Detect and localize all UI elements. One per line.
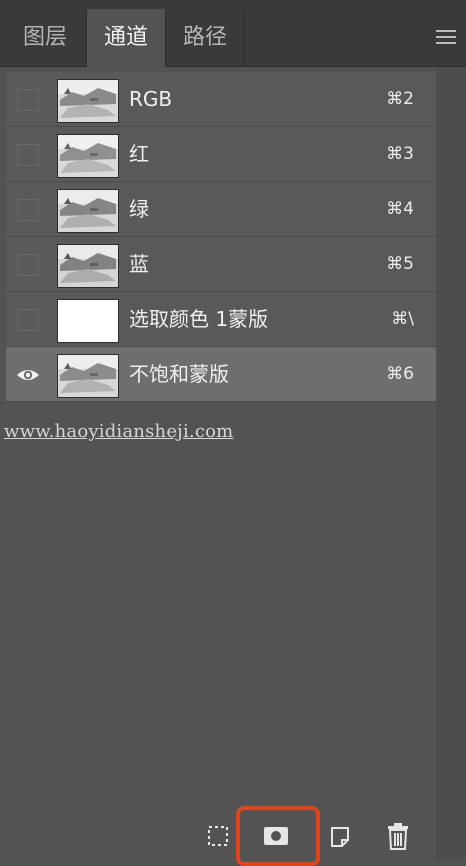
channel-name: 绿 [129,197,149,221]
delete-channel-icon[interactable] [380,818,416,854]
channel-shortcut: ⌘2 [386,89,414,109]
tab-paths[interactable]: 路径 [166,9,244,67]
channel-thumbnail [57,134,119,178]
channel-row-red[interactable]: 红 ⌘3 [6,127,436,182]
channel-name: 选取颜色 1蒙版 [129,307,269,331]
channel-thumbnail [57,79,119,123]
channel-name: 不饱和蒙版 [129,362,229,386]
visibility-toggle[interactable] [17,144,39,166]
channel-name: 红 [129,142,149,166]
channel-thumbnail [57,299,119,343]
channel-shortcut: ⌘\ [391,309,414,329]
visibility-toggle[interactable] [17,199,39,221]
channel-toolbar [0,808,466,860]
visibility-toggle[interactable] [17,89,39,111]
visibility-toggle[interactable] [17,309,39,331]
visibility-toggle[interactable] [17,254,39,276]
tab-channels[interactable]: 通道 [86,9,166,67]
channel-thumbnail [57,354,119,398]
load-selection-icon[interactable] [200,818,236,854]
new-channel-icon[interactable] [322,818,358,854]
channel-row-rgb[interactable]: RGB ⌘2 [6,72,436,127]
channel-thumbnail [57,244,119,288]
channel-row-blue[interactable]: 蓝 ⌘5 [6,237,436,292]
channel-shortcut: ⌘4 [386,199,414,219]
tab-layers[interactable]: 图层 [6,9,84,67]
channel-row-selective-color-mask[interactable]: 选取颜色 1蒙版 ⌘\ [6,292,436,347]
channel-list: RGB ⌘2 红 ⌘3 绿 ⌘4 蓝 ⌘5 选取颜色 1蒙版 ⌘\ 不饱和蒙版 … [6,72,436,402]
channel-name: RGB [129,87,173,111]
panel-scroll-gutter [436,67,466,860]
watermark-url: www.haoyidiansheji.com [4,421,234,442]
channel-name: 蓝 [129,252,149,276]
tab-divider [244,9,245,67]
channel-row-desaturate-mask[interactable]: 不饱和蒙版 ⌘6 [6,347,436,402]
channel-shortcut: ⌘3 [386,144,414,164]
channel-shortcut: ⌘6 [386,364,414,384]
hamburger-menu-icon[interactable] [436,30,456,44]
channel-shortcut: ⌘5 [386,254,414,274]
highlight-annotation [236,806,320,866]
channel-row-green[interactable]: 绿 ⌘4 [6,182,436,237]
panel-tab-bar: 图层 通道 路径 [0,0,466,67]
eye-icon[interactable] [17,364,39,386]
channel-thumbnail [57,189,119,233]
